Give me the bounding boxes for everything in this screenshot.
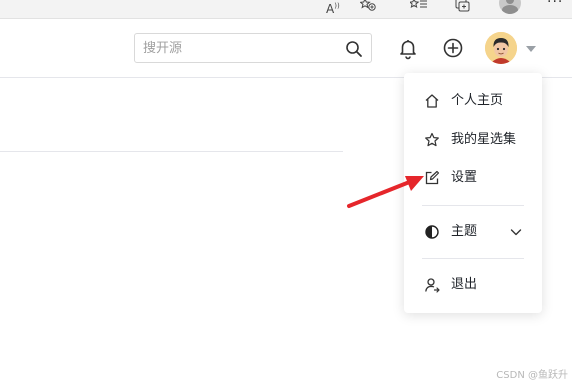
menu-item-settings[interactable]: 设置 — [404, 163, 542, 193]
add-favorite-icon[interactable] — [359, 0, 376, 14]
menu-item-theme[interactable]: 主题 — [404, 217, 542, 247]
avatar-portrait-icon — [485, 32, 517, 64]
user-dropdown-menu: 个人主页 我的星选集 设置 主题 退出 — [404, 73, 542, 313]
add-circle-icon[interactable] — [441, 36, 465, 60]
read-aloud-icon[interactable]: A)) — [326, 0, 340, 16]
menu-item-label: 主题 — [451, 224, 478, 239]
home-icon — [425, 94, 439, 108]
avatar-dropdown-caret-icon[interactable] — [526, 46, 536, 52]
user-avatar[interactable] — [485, 32, 517, 64]
theme-icon — [425, 225, 439, 239]
menu-divider — [422, 258, 524, 259]
star-icon — [425, 132, 439, 147]
read-aloud-label: A — [326, 2, 335, 16]
notification-bell-icon[interactable] — [396, 36, 420, 60]
search-box — [134, 33, 372, 63]
watermark: CSDN @鱼跃升 — [496, 370, 568, 381]
menu-item-label: 我的星选集 — [451, 132, 517, 147]
browser-toolbar: A)) ··· — [0, 0, 572, 19]
favorites-icon[interactable] — [408, 0, 428, 14]
content-divider — [0, 151, 343, 152]
menu-item-label: 退出 — [451, 277, 478, 292]
read-aloud-sup: )) — [334, 2, 340, 10]
browser-profile-avatar[interactable] — [499, 0, 521, 14]
chevron-down-icon — [510, 229, 522, 236]
menu-item-star-collections[interactable]: 我的星选集 — [404, 125, 542, 155]
search-input[interactable] — [143, 39, 333, 57]
collections-icon[interactable] — [455, 0, 471, 14]
logout-icon — [425, 278, 440, 293]
edit-icon — [425, 170, 440, 185]
menu-divider — [422, 205, 524, 206]
menu-item-label: 个人主页 — [451, 93, 504, 108]
site-header — [0, 19, 572, 78]
menu-item-profile[interactable]: 个人主页 — [404, 86, 542, 116]
menu-item-logout[interactable]: 退出 — [404, 270, 542, 300]
more-options-icon[interactable]: ··· — [547, 0, 563, 10]
menu-item-label: 设置 — [451, 170, 478, 185]
search-icon[interactable] — [345, 40, 363, 58]
